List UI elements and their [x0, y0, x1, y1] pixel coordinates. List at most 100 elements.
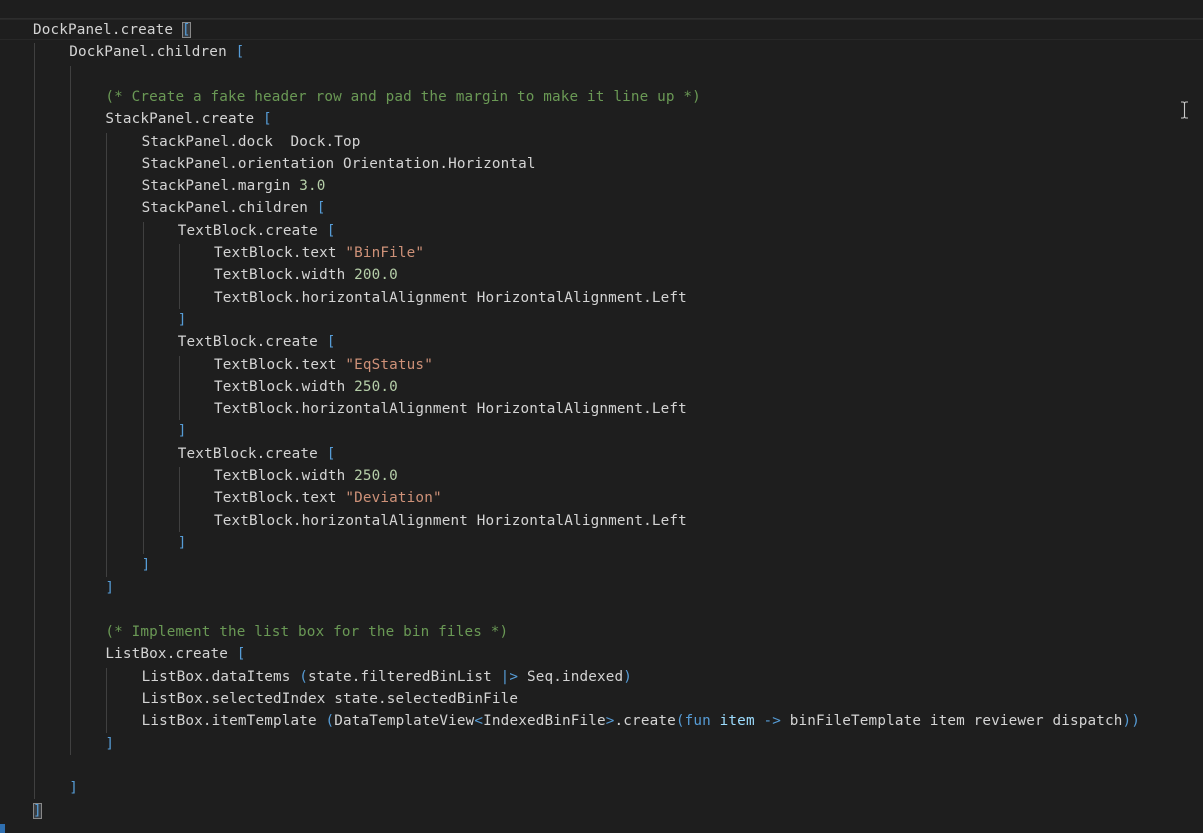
code-token: ) — [623, 668, 633, 685]
code-token: )) — [1122, 713, 1141, 730]
code-line[interactable]: TextBlock.create [ — [178, 443, 336, 465]
code-line[interactable]: TextBlock.text "BinFile" — [214, 242, 424, 264]
code-line[interactable]: StackPanel.orientation Orientation.Horiz… — [142, 153, 536, 175]
code-token: ] — [105, 735, 115, 752]
code-line[interactable]: StackPanel.dock Dock.Top — [142, 131, 361, 153]
code-token: "Deviation" — [345, 490, 442, 507]
code-token: TextBlock.text — [214, 245, 346, 261]
code-token: fun — [684, 713, 711, 730]
code-line[interactable]: ListBox.create [ — [105, 643, 245, 665]
code-line[interactable]: ] — [105, 733, 114, 755]
code-token: |> — [500, 668, 519, 685]
code-line[interactable]: ] — [178, 309, 187, 331]
code-line[interactable]: ] — [178, 420, 187, 442]
code-line[interactable]: TextBlock.create [ — [178, 220, 336, 242]
code-token: binFileTemplate item reviewer dispatch — [780, 713, 1123, 730]
code-token: "EqStatus" — [345, 356, 433, 373]
code-line[interactable]: TextBlock.horizontalAlignment Horizontal… — [214, 287, 687, 309]
code-line[interactable]: TextBlock.width 200.0 — [214, 264, 398, 286]
code-token: TextBlock.create — [177, 445, 327, 462]
indent-guide — [178, 355, 180, 421]
code-line[interactable]: ListBox.dataItems (state.filteredBinList… — [142, 666, 632, 688]
code-line[interactable]: DockPanel.create [ — [33, 19, 191, 41]
code-token: TextBlock.create — [177, 334, 327, 351]
code-token: ] — [105, 579, 115, 596]
code-token: 250.0 — [354, 378, 398, 395]
code-token: StackPanel.orientation Orientation.Horiz… — [141, 155, 536, 172]
code-line[interactable]: TextBlock.width 250.0 — [214, 465, 398, 487]
code-token: 250.0 — [354, 468, 398, 484]
code-line[interactable]: ] — [142, 554, 151, 576]
code-token: TextBlock.horizontalAlignment Horizontal… — [214, 401, 687, 418]
code-line[interactable]: DockPanel.children [ — [69, 41, 244, 63]
code-line[interactable]: TextBlock.horizontalAlignment Horizontal… — [214, 398, 687, 420]
code-line[interactable]: TextBlock.text "Deviation" — [214, 487, 442, 509]
code-token: > — [605, 713, 615, 730]
code-token: ] — [69, 780, 78, 797]
code-token: ] — [177, 311, 187, 328]
code-token: [ — [326, 334, 336, 351]
code-line[interactable]: TextBlock.horizontalAlignment Horizontal… — [214, 510, 687, 532]
code-line[interactable]: ] — [178, 532, 187, 554]
code-token: (* Implement the list box for the bin fi… — [105, 624, 509, 641]
code-token: ListBox.dataItems — [141, 668, 300, 685]
code-token: (* Create a fake header row and pad the … — [105, 88, 701, 105]
code-token: 200.0 — [354, 267, 398, 284]
code-line[interactable]: ] — [33, 800, 42, 822]
code-token: [ — [316, 200, 326, 217]
code-token: DockPanel.children — [69, 44, 236, 61]
code-token: [ — [236, 646, 246, 663]
code-token: ListBox.itemTemplate — [141, 713, 326, 730]
code-token: ] — [141, 557, 151, 574]
code-token: -> — [763, 713, 781, 730]
code-line[interactable]: TextBlock.width 250.0 — [214, 376, 398, 398]
code-line[interactable]: StackPanel.margin 3.0 — [142, 175, 326, 197]
code-token: ListBox.selectedIndex state.selectedBinF… — [141, 691, 519, 707]
code-token: StackPanel.create — [105, 111, 264, 128]
code-line[interactable]: StackPanel.children [ — [142, 197, 326, 219]
code-token: ] — [177, 534, 187, 551]
code-token: TextBlock.width — [214, 378, 355, 395]
code-line[interactable]: ] — [105, 577, 114, 599]
code-token: [ — [181, 22, 191, 38]
code-token: DataTemplateView — [334, 713, 475, 730]
indent-guide — [106, 132, 108, 577]
code-line[interactable]: ListBox.itemTemplate ( DataTemplateView<I… — [142, 710, 1140, 732]
code-token: TextBlock.text — [214, 356, 346, 373]
code-token: Seq.indexed — [518, 668, 624, 685]
code-line[interactable]: TextBlock.text "EqStatus" — [214, 354, 433, 376]
code-token: TextBlock.horizontalAlignment Horizontal… — [214, 512, 687, 529]
indent-guide — [34, 43, 35, 800]
code-token: [ — [326, 222, 336, 239]
indent-guide — [70, 65, 72, 755]
code-token: IndexedBinFile — [483, 713, 606, 730]
code-token: ] — [177, 423, 187, 440]
code-line[interactable]: ListBox.selectedIndex state.selectedBinF… — [142, 688, 519, 710]
code-line[interactable]: ] — [69, 777, 78, 799]
code-line[interactable]: (* Implement the list box for the bin fi… — [105, 621, 508, 643]
code-token: TextBlock.width — [214, 267, 355, 284]
scroll-indicator — [0, 824, 5, 833]
code-token: TextBlock.create — [177, 222, 327, 239]
code-token: [ — [326, 445, 336, 462]
code-token: TextBlock.text — [214, 490, 346, 507]
code-token: TextBlock.horizontalAlignment Horizontal… — [214, 289, 687, 306]
text-cursor-icon — [1181, 101, 1188, 119]
code-line[interactable]: StackPanel.create [ — [105, 108, 271, 130]
code-token: StackPanel.dock Dock.Top — [141, 133, 361, 150]
code-token: StackPanel.margin — [141, 178, 300, 195]
code-token: ] — [33, 802, 42, 819]
code-token: [ — [235, 44, 245, 61]
code-editor[interactable]: DockPanel.create [DockPanel.children [(*… — [0, 0, 1203, 833]
code-token: DockPanel.create — [33, 22, 182, 38]
code-token: ( — [675, 713, 685, 730]
code-line[interactable]: (* Create a fake header row and pad the … — [105, 86, 701, 108]
code-token: < — [474, 713, 484, 730]
indent-guide — [142, 221, 144, 555]
code-token: 3.0 — [299, 178, 326, 195]
code-token: ListBox.create — [105, 646, 237, 663]
code-line[interactable]: TextBlock.create [ — [178, 331, 336, 353]
code-token: ( — [299, 668, 308, 685]
code-token: "BinFile" — [345, 245, 425, 261]
